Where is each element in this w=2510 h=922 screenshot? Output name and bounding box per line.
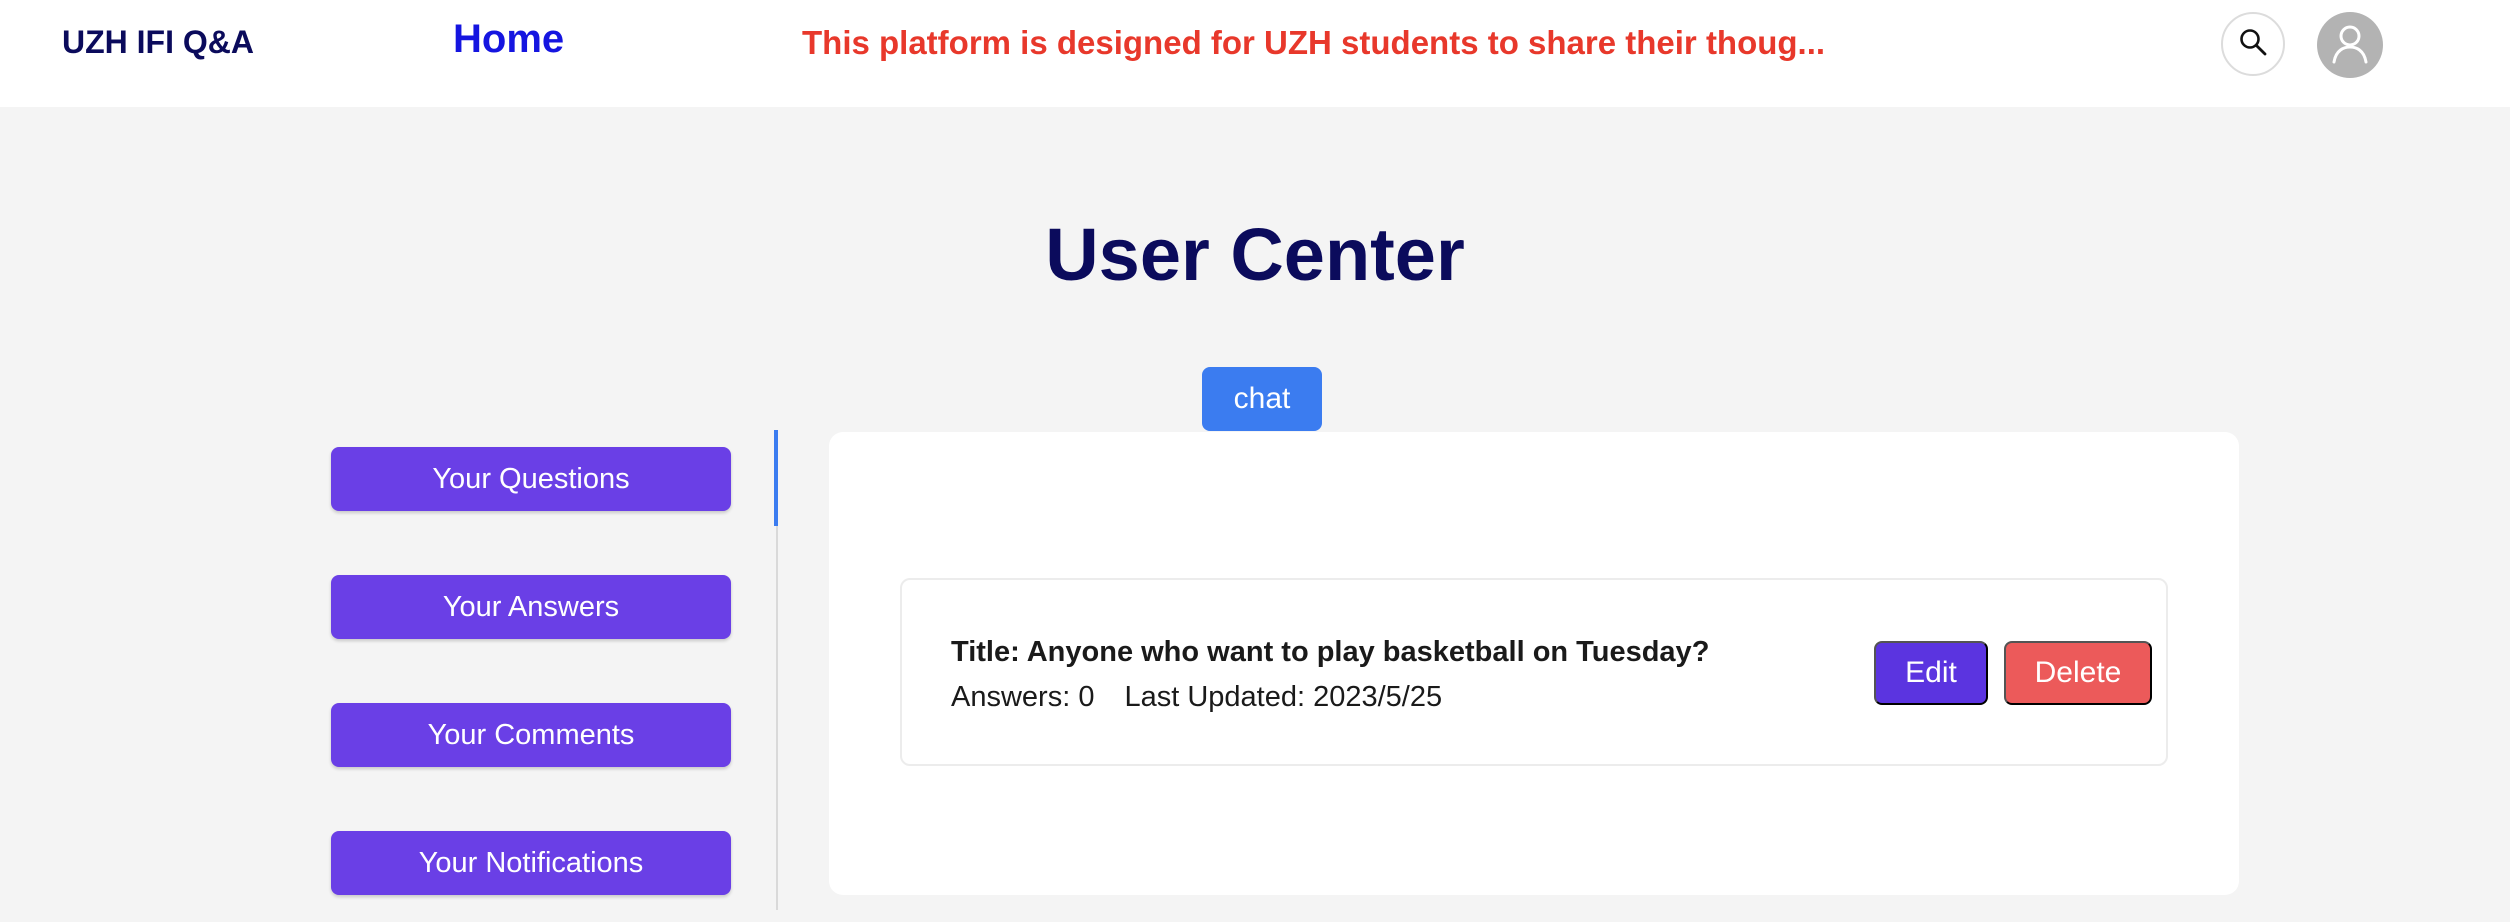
sidebar-item-your-comments[interactable]: Your Comments (331, 703, 731, 767)
chat-button[interactable]: chat (1202, 367, 1322, 431)
question-meta: Answers: 0 Last Updated: 2023/5/25 (951, 679, 1442, 715)
last-updated: Last Updated: 2023/5/25 (1124, 681, 1443, 713)
sidebar-item-your-questions[interactable]: Your Questions (331, 447, 731, 511)
answer-count: Answers: 0 (951, 681, 1095, 713)
home-link[interactable]: Home (453, 14, 564, 64)
question-card: Title: Anyone who want to play basketbal… (900, 578, 2168, 766)
banner-text: This platform is designed for UZH studen… (802, 24, 1826, 61)
user-icon (2327, 20, 2373, 71)
avatar[interactable] (2317, 12, 2383, 78)
delete-button[interactable]: Delete (2004, 641, 2152, 705)
edit-button[interactable]: Edit (1874, 641, 1988, 705)
top-header: UZH IFI Q&A Home This platform is design… (0, 0, 2510, 107)
sidebar-active-indicator (774, 430, 778, 526)
sidebar-item-your-notifications[interactable]: Your Notifications (331, 831, 731, 895)
search-button[interactable] (2221, 12, 2285, 76)
search-icon (2238, 27, 2268, 62)
question-title[interactable]: Title: Anyone who want to play basketbal… (951, 634, 1709, 670)
sidebar-item-your-answers[interactable]: Your Answers (331, 575, 731, 639)
page-title: User Center (1045, 213, 1465, 296)
brand-logo[interactable]: UZH IFI Q&A (62, 22, 254, 62)
